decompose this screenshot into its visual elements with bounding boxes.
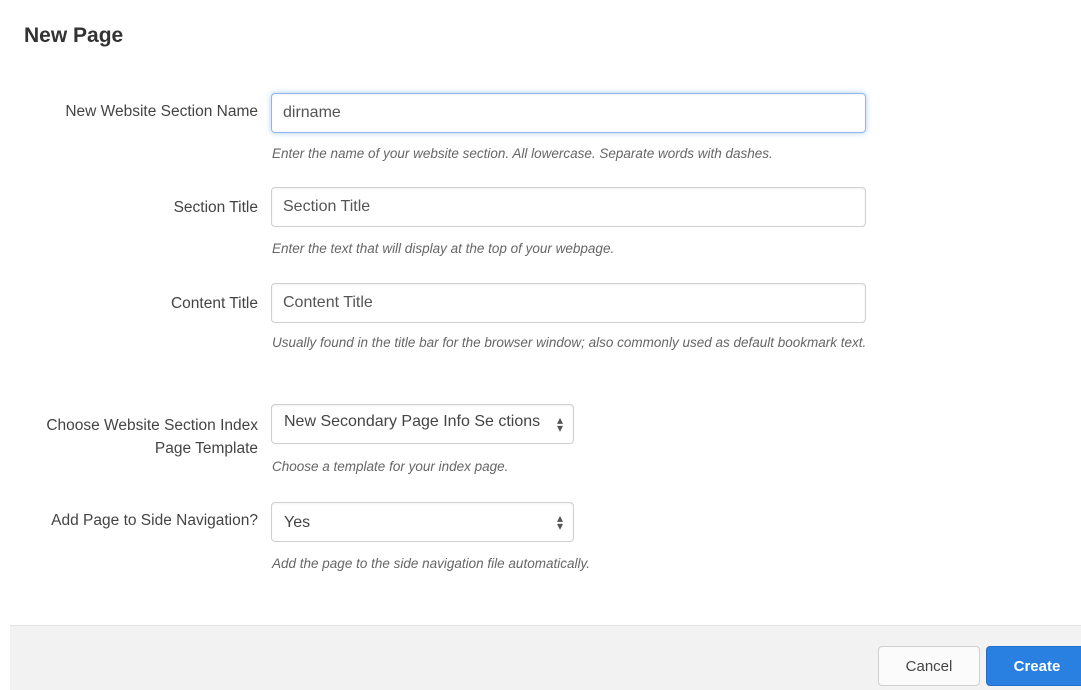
section-title-label: Section Title bbox=[173, 199, 258, 216]
side-nav-help: Add the page to the side navigation file… bbox=[272, 556, 590, 571]
section-title-help: Enter the text that will display at the … bbox=[272, 241, 615, 256]
cancel-button[interactable]: Cancel bbox=[878, 646, 980, 686]
template-help: Choose a template for your index page. bbox=[272, 459, 509, 474]
section-name-input[interactable] bbox=[271, 93, 866, 133]
select-updown-icon: ▴ ▾ bbox=[556, 413, 563, 435]
new-page-dialog: New Page New Website Section Name Enter … bbox=[0, 0, 1081, 690]
template-select[interactable]: New Secondary Page Info Se ctions ▴ ▾ bbox=[271, 404, 574, 444]
side-nav-select[interactable]: Yes ▴ ▾ bbox=[271, 502, 574, 542]
template-label: Choose Website Section Index Page Templa… bbox=[46, 417, 258, 457]
content-title-help: Usually found in the title bar for the b… bbox=[272, 335, 867, 350]
section-name-help: Enter the name of your website section. … bbox=[272, 146, 773, 161]
side-nav-select-value: Yes bbox=[284, 514, 311, 531]
section-name-label: New Website Section Name bbox=[65, 103, 258, 120]
content-title-label: Content Title bbox=[170, 295, 258, 312]
content-title-input[interactable] bbox=[271, 283, 866, 323]
section-title-input[interactable] bbox=[271, 187, 866, 227]
template-select-value: New Secondary Page Info Se ctions bbox=[284, 413, 541, 430]
select-updown-icon: ▴ ▾ bbox=[556, 511, 563, 533]
dialog-footer: Cancel Create bbox=[10, 625, 1081, 690]
side-nav-label: Add Page to Side Navigation? bbox=[51, 512, 258, 529]
dialog-title: New Page bbox=[24, 24, 124, 47]
create-button[interactable]: Create bbox=[986, 646, 1081, 686]
